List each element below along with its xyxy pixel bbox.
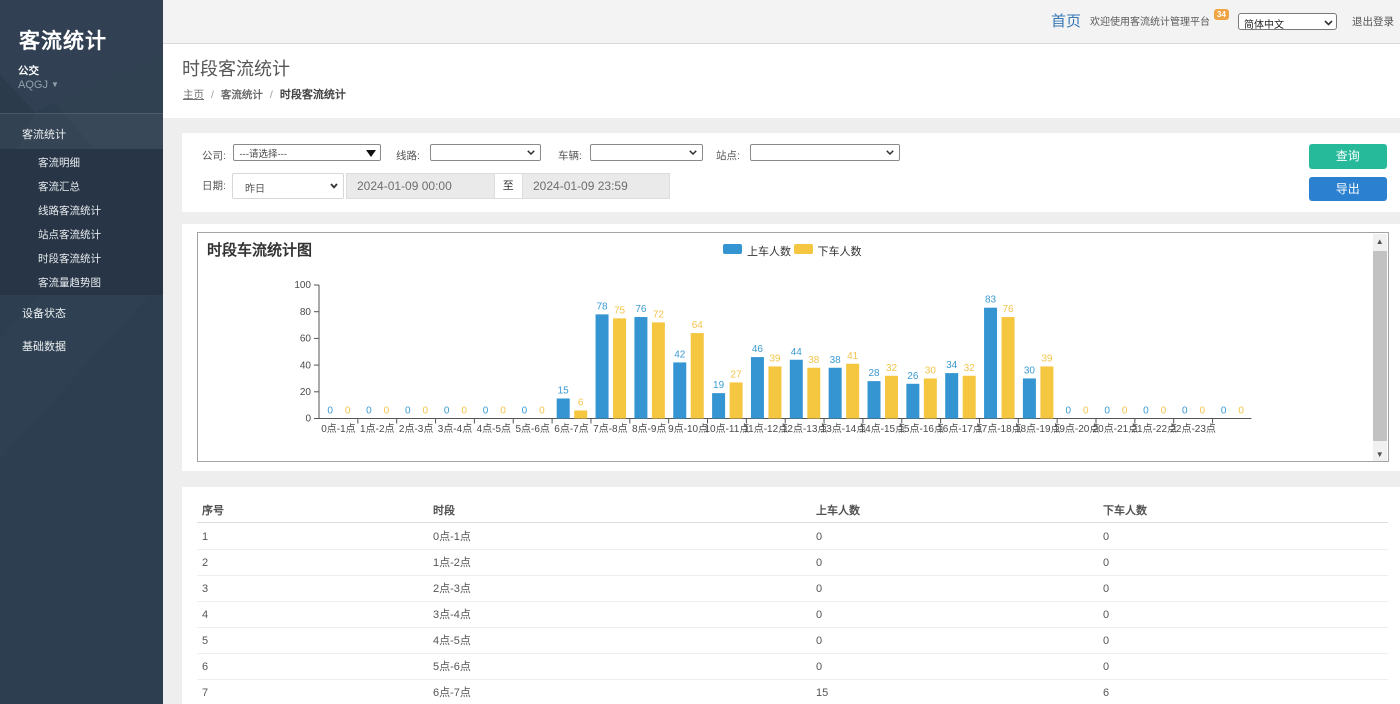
svg-text:41: 41 bbox=[847, 350, 859, 361]
svg-text:0: 0 bbox=[444, 405, 450, 416]
svg-text:78: 78 bbox=[596, 301, 608, 312]
svg-text:46: 46 bbox=[752, 344, 764, 355]
svg-text:0: 0 bbox=[483, 405, 489, 416]
svg-text:80: 80 bbox=[300, 306, 312, 317]
svg-text:22点-23点: 22点-23点 bbox=[1170, 423, 1216, 435]
svg-text:38: 38 bbox=[808, 354, 820, 365]
svg-text:1点-2点: 1点-2点 bbox=[360, 423, 394, 435]
svg-text:39: 39 bbox=[1041, 353, 1053, 364]
svg-text:15: 15 bbox=[558, 385, 570, 396]
svg-text:7点-8点: 7点-8点 bbox=[593, 423, 627, 435]
svg-text:6: 6 bbox=[578, 397, 584, 408]
svg-text:20: 20 bbox=[300, 387, 312, 398]
svg-text:0: 0 bbox=[1065, 405, 1071, 416]
svg-text:5点-6点: 5点-6点 bbox=[515, 423, 549, 435]
svg-text:4点-5点: 4点-5点 bbox=[477, 423, 511, 435]
svg-text:0: 0 bbox=[1182, 405, 1188, 416]
svg-text:8点-9点: 8点-9点 bbox=[632, 423, 666, 435]
svg-text:0: 0 bbox=[384, 405, 390, 416]
svg-text:0: 0 bbox=[327, 405, 333, 416]
svg-text:40: 40 bbox=[300, 360, 312, 371]
svg-text:75: 75 bbox=[614, 305, 626, 316]
svg-text:32: 32 bbox=[886, 362, 898, 373]
svg-text:64: 64 bbox=[692, 320, 704, 331]
svg-text:76: 76 bbox=[1002, 304, 1014, 315]
svg-text:60: 60 bbox=[300, 333, 312, 344]
svg-text:3点-4点: 3点-4点 bbox=[438, 423, 472, 435]
svg-text:6点-7点: 6点-7点 bbox=[554, 423, 588, 435]
svg-text:100: 100 bbox=[294, 280, 311, 291]
svg-text:2点-3点: 2点-3点 bbox=[399, 423, 433, 435]
svg-text:0: 0 bbox=[366, 405, 372, 416]
svg-text:0: 0 bbox=[1200, 405, 1206, 416]
svg-text:83: 83 bbox=[985, 294, 997, 305]
svg-text:30: 30 bbox=[1024, 365, 1036, 376]
svg-text:0: 0 bbox=[1161, 405, 1167, 416]
svg-text:0: 0 bbox=[539, 405, 545, 416]
svg-text:0点-1点: 0点-1点 bbox=[321, 423, 355, 435]
svg-text:0: 0 bbox=[1122, 405, 1128, 416]
svg-text:32: 32 bbox=[964, 362, 976, 373]
svg-text:0: 0 bbox=[461, 405, 467, 416]
svg-text:27: 27 bbox=[731, 369, 743, 380]
svg-text:42: 42 bbox=[674, 349, 686, 360]
svg-text:38: 38 bbox=[830, 354, 842, 365]
svg-text:26: 26 bbox=[907, 370, 919, 381]
svg-text:19: 19 bbox=[713, 380, 725, 391]
svg-text:0: 0 bbox=[1238, 405, 1244, 416]
svg-text:0: 0 bbox=[1083, 405, 1089, 416]
svg-text:0: 0 bbox=[1143, 405, 1149, 416]
svg-text:0: 0 bbox=[1221, 405, 1227, 416]
svg-text:0: 0 bbox=[1104, 405, 1110, 416]
svg-text:0: 0 bbox=[423, 405, 429, 416]
svg-text:0: 0 bbox=[500, 405, 506, 416]
svg-text:0: 0 bbox=[405, 405, 411, 416]
svg-text:0: 0 bbox=[305, 413, 311, 424]
svg-text:9点-10点: 9点-10点 bbox=[668, 423, 708, 435]
svg-text:72: 72 bbox=[653, 309, 665, 320]
svg-text:44: 44 bbox=[791, 346, 803, 357]
svg-text:0: 0 bbox=[522, 405, 528, 416]
svg-text:76: 76 bbox=[635, 304, 647, 315]
svg-text:28: 28 bbox=[868, 368, 880, 379]
svg-text:30: 30 bbox=[925, 365, 937, 376]
svg-text:0: 0 bbox=[345, 405, 351, 416]
svg-text:39: 39 bbox=[769, 353, 781, 364]
svg-text:34: 34 bbox=[946, 360, 958, 371]
